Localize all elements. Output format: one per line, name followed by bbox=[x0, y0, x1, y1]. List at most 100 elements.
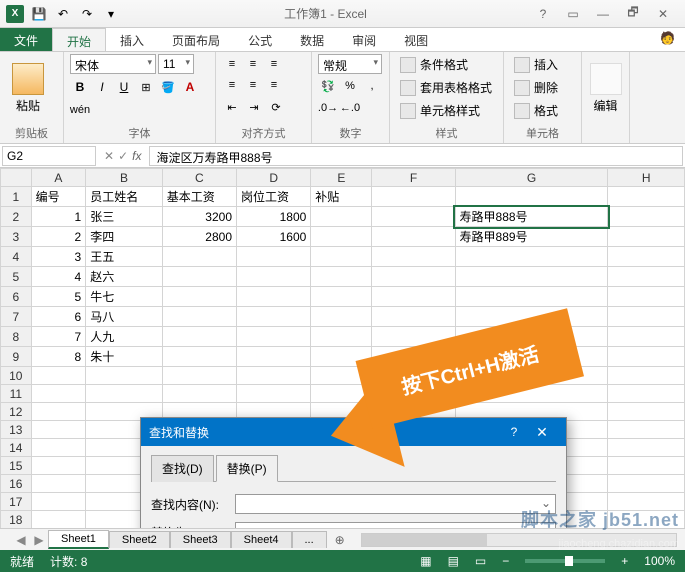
cell[interactable] bbox=[31, 475, 86, 493]
cell[interactable] bbox=[237, 347, 311, 367]
zoom-in-icon[interactable]: + bbox=[621, 554, 628, 568]
font-name-combo[interactable]: 宋体 bbox=[70, 54, 156, 74]
cell[interactable] bbox=[311, 367, 372, 385]
cell[interactable] bbox=[608, 327, 685, 347]
number-format-combo[interactable]: 常规 bbox=[318, 54, 382, 74]
cell[interactable]: 补贴 bbox=[311, 187, 372, 207]
select-all-corner[interactable] bbox=[1, 169, 32, 187]
delete-cells-button[interactable]: 删除 bbox=[510, 77, 562, 98]
undo-icon[interactable]: ↶ bbox=[52, 3, 74, 25]
cell[interactable] bbox=[31, 385, 86, 403]
redo-icon[interactable]: ↷ bbox=[76, 3, 98, 25]
cell[interactable] bbox=[237, 247, 311, 267]
row-header-10[interactable]: 10 bbox=[1, 367, 32, 385]
cell[interactable]: 1800 bbox=[237, 207, 311, 227]
row-header-3[interactable]: 3 bbox=[1, 227, 32, 247]
cell[interactable] bbox=[608, 307, 685, 327]
cell-styles-button[interactable]: 单元格样式 bbox=[396, 100, 496, 121]
cell[interactable]: 人九 bbox=[86, 327, 162, 347]
col-header-D[interactable]: D bbox=[237, 169, 311, 187]
cell[interactable] bbox=[162, 367, 236, 385]
cell[interactable] bbox=[608, 207, 685, 227]
minimize-icon[interactable]: — bbox=[589, 4, 617, 24]
tab-review[interactable]: 审阅 bbox=[338, 28, 390, 51]
col-header-H[interactable]: H bbox=[608, 169, 685, 187]
phonetic-button[interactable]: wén bbox=[70, 100, 90, 120]
row-header-5[interactable]: 5 bbox=[1, 267, 32, 287]
cell[interactable] bbox=[455, 187, 608, 207]
cell[interactable] bbox=[162, 385, 236, 403]
decrease-indent-button[interactable]: ⇤ bbox=[222, 97, 242, 117]
insert-cells-button[interactable]: 插入 bbox=[510, 54, 562, 75]
cell[interactable] bbox=[608, 187, 685, 207]
fx-icon[interactable]: fx bbox=[132, 149, 141, 163]
sheet-nav-prev-icon[interactable]: ◀ bbox=[12, 531, 30, 549]
account-icon[interactable]: 🧑 bbox=[650, 28, 685, 51]
cell[interactable] bbox=[608, 385, 685, 403]
row-header-6[interactable]: 6 bbox=[1, 287, 32, 307]
zoom-out-icon[interactable]: − bbox=[502, 554, 509, 568]
cell[interactable] bbox=[311, 327, 372, 347]
cell[interactable] bbox=[311, 287, 372, 307]
format-cells-button[interactable]: 格式 bbox=[510, 100, 562, 121]
cell[interactable] bbox=[237, 367, 311, 385]
cell[interactable]: 王五 bbox=[86, 247, 162, 267]
cell[interactable] bbox=[455, 367, 608, 385]
cell[interactable] bbox=[455, 347, 608, 367]
row-header-8[interactable]: 8 bbox=[1, 327, 32, 347]
bold-button[interactable]: B bbox=[70, 77, 90, 97]
editing-button[interactable]: 编辑 bbox=[588, 54, 623, 122]
cell[interactable]: 牛七 bbox=[86, 287, 162, 307]
col-header-E[interactable]: E bbox=[311, 169, 372, 187]
row-header-1[interactable]: 1 bbox=[1, 187, 32, 207]
cell[interactable] bbox=[311, 385, 372, 403]
row-header-14[interactable]: 14 bbox=[1, 439, 32, 457]
accounting-format-button[interactable]: 💱 bbox=[318, 76, 338, 96]
align-middle-button[interactable]: ≡ bbox=[243, 54, 263, 74]
cell[interactable]: 朱十 bbox=[86, 347, 162, 367]
row-header-13[interactable]: 13 bbox=[1, 421, 32, 439]
sheet-tab-1[interactable]: Sheet1 bbox=[48, 530, 109, 549]
row-header-4[interactable]: 4 bbox=[1, 247, 32, 267]
cell[interactable] bbox=[311, 227, 372, 247]
ribbon-options-icon[interactable]: ▭ bbox=[559, 4, 587, 24]
worksheet-grid[interactable]: ABCDEFGH1编号员工姓名基本工资岗位工资补贴21张三32001800寿路甲… bbox=[0, 168, 685, 528]
cell[interactable] bbox=[455, 287, 608, 307]
cell[interactable] bbox=[608, 267, 685, 287]
cell[interactable]: 寿路甲888号 bbox=[455, 207, 608, 227]
col-header-B[interactable]: B bbox=[86, 169, 162, 187]
border-button[interactable]: ⊞ bbox=[136, 77, 156, 97]
cell[interactable] bbox=[162, 347, 236, 367]
cell[interactable]: 张三 bbox=[86, 207, 162, 227]
cell[interactable] bbox=[311, 247, 372, 267]
col-header-F[interactable]: F bbox=[372, 169, 455, 187]
save-icon[interactable]: 💾 bbox=[28, 3, 50, 25]
cell[interactable]: 6 bbox=[31, 307, 86, 327]
dialog-titlebar[interactable]: 查找和替换 ? ✕ bbox=[141, 418, 566, 446]
cell[interactable]: 5 bbox=[31, 287, 86, 307]
cell[interactable] bbox=[608, 347, 685, 367]
orientation-button[interactable]: ⟳ bbox=[266, 97, 286, 117]
cell[interactable] bbox=[311, 267, 372, 287]
sheet-tab-2[interactable]: Sheet2 bbox=[109, 531, 170, 548]
tab-formulas[interactable]: 公式 bbox=[234, 28, 286, 51]
cell[interactable] bbox=[372, 267, 455, 287]
row-header-15[interactable]: 15 bbox=[1, 457, 32, 475]
close-icon[interactable]: ✕ bbox=[649, 4, 677, 24]
underline-button[interactable]: U bbox=[114, 77, 134, 97]
restore-icon[interactable]: 🗗 bbox=[619, 4, 647, 24]
cell[interactable] bbox=[608, 421, 685, 439]
cell[interactable]: 岗位工资 bbox=[237, 187, 311, 207]
cell[interactable] bbox=[31, 511, 86, 529]
align-top-button[interactable]: ≡ bbox=[222, 54, 242, 74]
cell[interactable] bbox=[31, 421, 86, 439]
cell[interactable] bbox=[162, 247, 236, 267]
font-color-button[interactable]: A bbox=[180, 77, 200, 97]
cell[interactable] bbox=[162, 287, 236, 307]
cell[interactable] bbox=[237, 307, 311, 327]
name-box[interactable]: G2 bbox=[2, 146, 96, 166]
dialog-help-icon[interactable]: ? bbox=[502, 425, 526, 439]
dialog-tab-find[interactable]: 查找(D) bbox=[151, 455, 214, 482]
cell[interactable] bbox=[372, 367, 455, 385]
cell[interactable]: 李四 bbox=[86, 227, 162, 247]
